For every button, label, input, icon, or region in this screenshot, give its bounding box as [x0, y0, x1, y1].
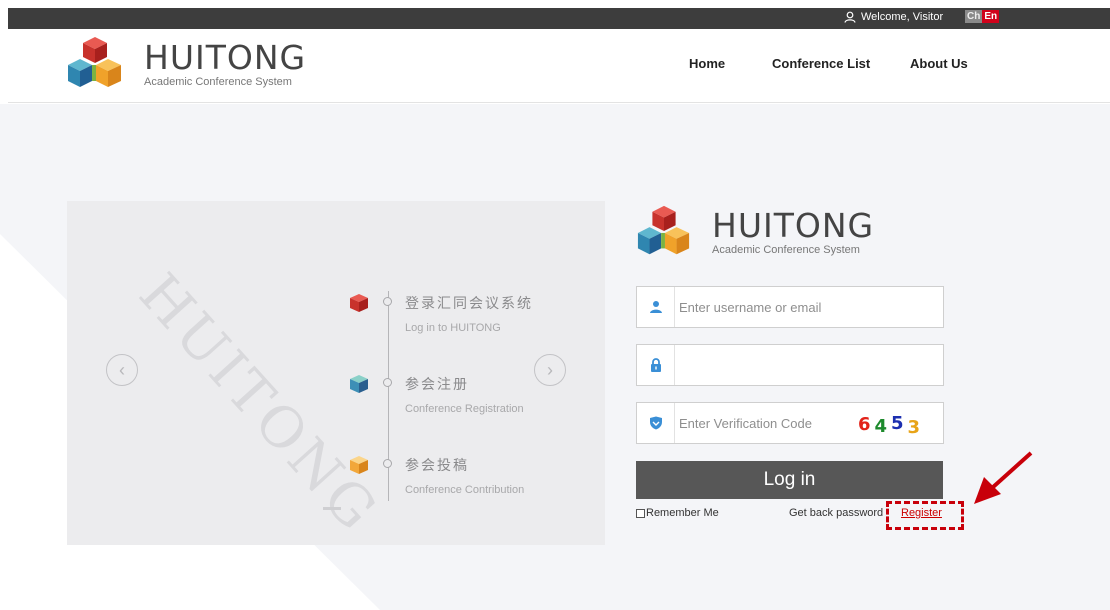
step-contribution: 参会投稿 Conference Contribution	[349, 455, 524, 496]
header: HUITONG Academic Conference System Home …	[8, 29, 1110, 103]
step-en-label: Log in to HUITONG	[405, 322, 501, 334]
login-logo: HUITONG Academic Conference System	[636, 204, 874, 260]
login-logo-title: HUITONG	[712, 205, 875, 245]
red-arrow-icon	[974, 451, 1033, 504]
timeline-dot	[383, 459, 392, 468]
captcha-digit: 5	[891, 412, 904, 434]
step-en-label: Conference Contribution	[405, 484, 525, 496]
user-icon	[649, 301, 662, 313]
carousel-prev-button[interactable]: ‹	[106, 354, 138, 386]
password-input[interactable]	[675, 350, 835, 380]
nav-home[interactable]: Home	[689, 56, 725, 71]
step-login: 登录汇同会议系统 Log in to HUITONG	[349, 293, 533, 334]
chevron-left-icon: ‹	[119, 359, 125, 380]
nav-about-us[interactable]: About Us	[910, 56, 968, 71]
username-input[interactable]	[675, 292, 835, 322]
user-icon	[844, 11, 856, 23]
password-field	[636, 344, 944, 386]
blue-cube-icon	[350, 375, 368, 393]
verification-input[interactable]	[675, 408, 835, 438]
language-switcher: Ch En	[965, 10, 1000, 23]
carousel-next-button[interactable]: ›	[534, 354, 566, 386]
lock-icon	[650, 358, 661, 372]
welcome-area: Welcome, Visitor	[844, 11, 943, 23]
username-field	[636, 286, 944, 328]
lang-en-button[interactable]: En	[982, 10, 1000, 23]
red-cube-icon	[350, 294, 368, 312]
timeline-dot	[383, 297, 392, 306]
intro-carousel: HUITONG ‹ › 登录汇同会议系统 Log in to HUITONG 参…	[67, 201, 605, 545]
cubes-logo-icon	[68, 37, 121, 87]
chevron-right-icon: ›	[547, 359, 553, 380]
site-logo[interactable]: HUITONG Academic Conference System	[66, 35, 306, 93]
orange-cube-icon	[350, 456, 368, 474]
timeline-dot	[383, 378, 392, 387]
welcome-text: Welcome, Visitor	[861, 11, 944, 23]
step-cn-label: 登录汇同会议系统	[405, 295, 533, 311]
shield-icon	[649, 416, 662, 430]
step-cn-label: 参会注册	[405, 376, 469, 392]
remember-me-checkbox[interactable]	[636, 508, 645, 518]
carousel-indicator[interactable]	[323, 507, 341, 510]
login-button[interactable]: Log in	[636, 461, 943, 499]
lang-ch-button[interactable]: Ch	[965, 10, 983, 23]
step-cn-label: 参会投稿	[405, 457, 469, 473]
captcha-digit: 4	[874, 415, 887, 437]
nav-conference-list[interactable]: Conference List	[772, 56, 870, 71]
captcha-digit: 3	[907, 416, 921, 438]
login-logo-subtitle: Academic Conference System	[712, 243, 860, 256]
top-bar: Welcome, Visitor Ch En	[8, 8, 1110, 29]
get-back-password-link[interactable]: Get back password	[789, 507, 883, 519]
remember-me-label: Remember Me	[646, 507, 719, 519]
cubes-logo-icon	[637, 205, 690, 255]
captcha-image[interactable]: 6 4 5 3	[843, 408, 935, 440]
step-registration: 参会注册 Conference Registration	[349, 374, 524, 415]
captcha-digit: 6	[857, 413, 871, 435]
logo-subtitle: Academic Conference System	[144, 75, 292, 88]
register-highlight-box	[886, 501, 964, 530]
step-en-label: Conference Registration	[405, 403, 524, 415]
logo-title: HUITONG	[144, 37, 307, 77]
remember-me[interactable]: Remember Me	[636, 507, 719, 519]
